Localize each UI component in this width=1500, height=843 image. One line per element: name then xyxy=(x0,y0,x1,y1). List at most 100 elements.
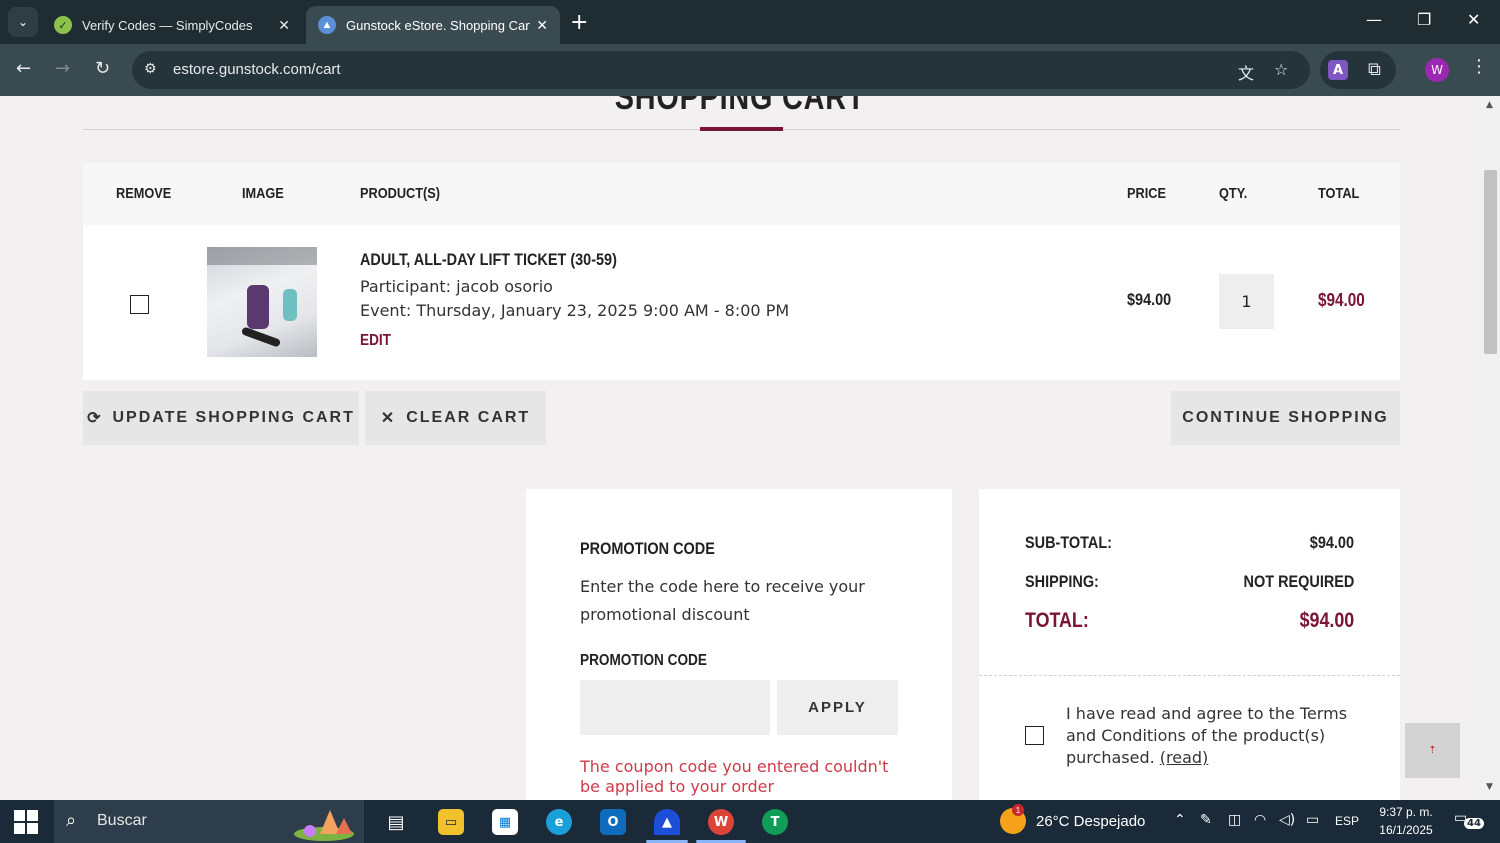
apply-button[interactable]: APPLY xyxy=(777,680,898,735)
total-label: TOTAL: xyxy=(1025,609,1089,632)
clear-cart-label: CLEAR CART xyxy=(406,409,531,426)
taskbar-search-box[interactable]: ⌕ Buscar xyxy=(54,800,364,843)
window-close-icon[interactable]: ✕ xyxy=(1467,10,1480,29)
subtotal-label: SUB-TOTAL: xyxy=(1025,533,1112,552)
product-image xyxy=(207,247,317,357)
edit-item-link[interactable]: EDIT xyxy=(360,332,391,350)
bookmark-star-icon[interactable]: ☆ xyxy=(1274,60,1288,79)
language-indicator[interactable]: ESP xyxy=(1335,814,1359,828)
coupon-error-message: The coupon code you entered couldn't be … xyxy=(580,757,889,796)
promo-field-label: PROMOTION CODE xyxy=(580,652,707,669)
notification-center-icon[interactable]: ▭ 44 xyxy=(1454,810,1484,829)
weather-badge: 1 xyxy=(1012,804,1024,816)
promo-code-input[interactable] xyxy=(580,680,770,735)
site-info-icon[interactable]: ⚙ xyxy=(144,61,157,77)
volume-icon[interactable]: ◁) xyxy=(1279,812,1295,828)
chrome-profile-t-icon[interactable]: T xyxy=(762,809,788,835)
reload-icon[interactable]: ↻ xyxy=(95,58,110,79)
header-price: PRICE xyxy=(1127,185,1166,202)
tab-title: Gunstock eStore. Shopping Cart xyxy=(346,17,531,33)
pen-icon[interactable]: ✎ xyxy=(1200,812,1212,828)
clear-cart-button[interactable]: ✕ CLEAR CART xyxy=(365,391,546,445)
edge-browser-icon[interactable]: e xyxy=(546,809,572,835)
forward-arrow-icon[interactable]: → xyxy=(55,58,70,79)
tab-search-button[interactable]: ⌄ xyxy=(8,7,38,37)
subtotal-value: $94.00 xyxy=(1309,533,1354,552)
header-remove: REMOVE xyxy=(116,185,172,202)
table-row: ADULT, ALL-DAY LIFT TICKET (30-59) Parti… xyxy=(83,225,1400,380)
profile-avatar[interactable]: W xyxy=(1425,58,1449,82)
address-bar[interactable]: ⚙ estore.gunstock.com/cart 文 ☆ xyxy=(132,51,1310,89)
item-total: $94.00 xyxy=(1318,290,1365,310)
product-name: ADULT, ALL-DAY LIFT TICKET (30-59) xyxy=(360,250,617,269)
tab-gunstock-cart[interactable]: ▲ Gunstock eStore. Shopping Cart ✕ xyxy=(306,6,560,44)
header-image: IMAGE xyxy=(242,185,284,202)
summary-divider xyxy=(979,675,1400,676)
weather-widget[interactable]: 1 26°C Despejado xyxy=(1000,804,1145,834)
continue-shopping-button[interactable]: CONTINUE SHOPPING xyxy=(1171,391,1400,445)
scroll-down-arrow-icon[interactable]: ▼ xyxy=(1486,782,1493,792)
scrollbar-thumb[interactable] xyxy=(1484,170,1497,354)
header-qty: QTY. xyxy=(1219,185,1248,202)
chrome-profile-w-icon[interactable]: W xyxy=(708,809,734,835)
tab-close-icon[interactable]: ✕ xyxy=(536,17,548,34)
terms-text-block: I have read and agree to the Terms and C… xyxy=(1066,703,1356,769)
vpn-app-icon[interactable]: ▲ xyxy=(654,809,680,835)
system-clock[interactable]: 9:37 p. m. 16/1/2025 xyxy=(1376,803,1436,839)
tab-title: Verify Codes — SimplyCodes xyxy=(82,17,253,33)
update-cart-label: UPDATE SHOPPING CART xyxy=(112,409,355,426)
windows-taskbar: ⌕ Buscar ▤ ▭ ▦ e O ▲ W T 1 26°C Despejad… xyxy=(0,800,1500,843)
menu-kebab-icon[interactable]: ⋮ xyxy=(1470,56,1488,77)
task-view-icon[interactable]: ▤ xyxy=(383,809,409,835)
promotion-panel: PROMOTION CODE Enter the code here to re… xyxy=(526,489,952,800)
meet-now-icon[interactable]: ◫ xyxy=(1228,812,1241,828)
extensions-puzzle-icon[interactable]: ⧉ xyxy=(1368,59,1381,80)
title-accent-bar xyxy=(700,127,783,131)
notification-count: 44 xyxy=(1464,818,1484,829)
tab-simplycodes[interactable]: ✓ Verify Codes — SimplyCodes ✕ xyxy=(42,6,302,44)
cart-table-header: REMOVE IMAGE PRODUCT(S) PRICE QTY. TOTAL xyxy=(83,163,1400,225)
outlook-icon[interactable]: O xyxy=(600,809,626,835)
page-content: SHOPPING CART REMOVE IMAGE PRODUCT(S) PR… xyxy=(0,96,1500,800)
scroll-up-arrow-icon[interactable]: ▲ xyxy=(1486,100,1493,110)
total-value: $94.00 xyxy=(1299,609,1354,632)
tab-close-icon[interactable]: ✕ xyxy=(278,17,290,34)
page-title: SHOPPING CART xyxy=(614,96,866,117)
browser-tab-bar: ⌄ ✓ Verify Codes — SimplyCodes ✕ ▲ Gunst… xyxy=(0,0,1500,44)
page-scrollbar[interactable]: ▲ ▼ xyxy=(1481,96,1500,800)
product-event: Event: Thursday, January 23, 2025 9:00 A… xyxy=(360,301,790,320)
promo-description: Enter the code here to receive your prom… xyxy=(580,577,865,624)
simplycodes-favicon-icon: ✓ xyxy=(54,16,72,34)
quantity-field[interactable]: 1 xyxy=(1219,274,1274,329)
back-to-top-button[interactable]: ⇡ xyxy=(1405,723,1460,778)
gunstock-favicon-icon: ▲ xyxy=(318,16,336,34)
close-icon: ✕ xyxy=(380,410,395,427)
restore-icon[interactable]: ❐ xyxy=(1417,10,1431,29)
terms-read-link[interactable]: (read) xyxy=(1160,748,1209,767)
url-text[interactable]: estore.gunstock.com/cart xyxy=(173,61,341,78)
clock-date: 16/1/2025 xyxy=(1379,823,1433,837)
taskbar-search-placeholder: Buscar xyxy=(97,812,147,829)
new-tab-plus-icon[interactable]: + xyxy=(570,10,588,35)
promo-heading: PROMOTION CODE xyxy=(580,539,715,558)
back-arrow-icon[interactable]: ← xyxy=(16,58,31,79)
search-highlight-illustration-icon xyxy=(294,810,354,841)
search-icon: ⌕ xyxy=(66,810,77,831)
product-participant: Participant: jacob osorio xyxy=(360,277,553,296)
update-cart-button[interactable]: ⟳ UPDATE SHOPPING CART xyxy=(83,391,359,445)
terms-checkbox[interactable] xyxy=(1025,726,1044,745)
translate-icon[interactable]: 文 xyxy=(1238,60,1254,84)
item-price: $94.00 xyxy=(1127,290,1172,309)
remove-item-checkbox[interactable] xyxy=(130,295,149,314)
browser-toolbar: ← → ↻ ⚙ estore.gunstock.com/cart 文 ☆ A ⧉… xyxy=(0,44,1500,96)
wifi-icon[interactable]: ◠ xyxy=(1254,812,1266,828)
file-explorer-icon[interactable]: ▭ xyxy=(438,809,464,835)
battery-icon[interactable]: ▭ xyxy=(1306,812,1319,828)
windows-start-icon[interactable] xyxy=(14,810,38,834)
order-summary-panel: SUB-TOTAL: $94.00 SHIPPING: NOT REQUIRED… xyxy=(979,489,1400,800)
minimize-icon[interactable]: — xyxy=(1366,10,1382,29)
tray-overflow-chevron-icon[interactable]: ⌃ xyxy=(1174,812,1186,828)
weather-sun-icon: 1 xyxy=(1000,804,1026,834)
extension-a-icon[interactable]: A xyxy=(1328,60,1348,80)
microsoft-store-icon[interactable]: ▦ xyxy=(492,809,518,835)
